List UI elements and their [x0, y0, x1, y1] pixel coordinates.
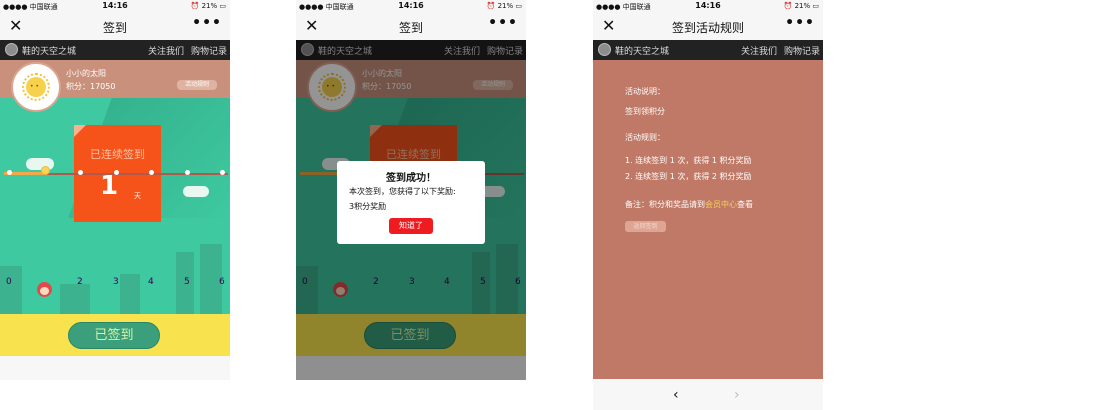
dialog-title: 签到成功！: [386, 173, 436, 184]
building: [120, 274, 140, 314]
day-dot: [220, 170, 225, 175]
current-day-pin: [41, 166, 50, 175]
avatar: ••: [11, 62, 61, 112]
day-dot: [7, 170, 12, 175]
bottom-area: [0, 356, 230, 380]
day-dot: [114, 170, 119, 175]
note-prefix: 备注：积分和奖品请到: [625, 200, 705, 209]
shop-logo[interactable]: [598, 43, 611, 56]
shop-name[interactable]: 鞋的天空之城: [615, 44, 669, 57]
day-tick: 5: [184, 277, 190, 287]
sun-avatar-icon: ••: [22, 73, 50, 101]
success-dialog: 签到成功！ 本次签到，您获得了以下奖励: 3积分奖励 知道了: [337, 161, 485, 244]
rules-button[interactable]: 活动规则: [177, 80, 217, 90]
streak-count: 1: [100, 171, 119, 201]
note: 备注：积分和奖品请到会员中心查看: [625, 199, 753, 210]
screen-signin-success: ●●●● 中国联通 14:16 ⏰ 21% ▭ ✕ 签到 ••• 鞋的天空之城 …: [296, 0, 526, 380]
status-bar: ●●●● 中国联通 14:16 ⏰ 21% ▭: [0, 0, 230, 14]
user-points: 积分：17050: [66, 82, 116, 91]
browser-toolbar: ‹ ›: [593, 379, 823, 410]
day-dot: [185, 170, 190, 175]
building: [60, 284, 90, 314]
user-name: 小小的太阳: [66, 69, 106, 78]
battery-label: 21%: [497, 2, 514, 10]
follow-link[interactable]: 关注我们: [148, 44, 184, 57]
more-icon[interactable]: •••: [488, 15, 518, 31]
cloud-icon: [183, 186, 209, 197]
rule-item: 1. 连续签到 1 次，获得 1 积分奖励: [625, 156, 752, 165]
back-arrow-icon[interactable]: ‹: [673, 387, 679, 403]
day-dot: [149, 170, 154, 175]
battery-icon: ⏰ 21% ▭: [486, 2, 522, 10]
shop-logo[interactable]: [5, 43, 18, 56]
battery-label: 21%: [794, 2, 811, 10]
status-bar: ●●●● 中国联通 14:16 ⏰ 21% ▭: [593, 0, 823, 14]
battery-icon: ⏰ 21% ▭: [190, 2, 226, 10]
day-tick: 2: [77, 277, 83, 287]
day-tick: 4: [148, 277, 154, 287]
rules-title: 活动规则：: [625, 133, 665, 142]
signed-button[interactable]: 已签到: [68, 322, 160, 349]
screen-signin: ●●●● 中国联通 14:16 ⏰ 21% ▭ ✕ 签到 ••• 鞋的天空之城 …: [0, 0, 230, 380]
girl-mascot-icon: [37, 282, 52, 297]
card-fold: [74, 125, 86, 137]
nav-bar: ✕ 签到 •••: [296, 14, 526, 40]
more-icon[interactable]: •••: [192, 15, 222, 31]
shop-bar: 鞋的天空之城 关注我们 购物记录: [0, 40, 230, 60]
day-tick: 3: [113, 277, 119, 287]
battery-icon: ⏰ 21% ▭: [783, 2, 819, 10]
dialog-line: 本次签到，您获得了以下奖励:: [349, 187, 456, 196]
orders-link[interactable]: 购物记录: [191, 44, 227, 57]
day-dot: [78, 170, 83, 175]
battery-label: 21%: [201, 2, 218, 10]
day-tick: 6: [219, 277, 225, 287]
follow-link[interactable]: 关注我们: [741, 44, 777, 57]
forward-arrow-icon[interactable]: ›: [734, 387, 740, 403]
streak-label: 已连续签到: [90, 148, 145, 161]
note-suffix: 查看: [737, 200, 753, 209]
back-to-signin-button[interactable]: 返回签到: [625, 221, 666, 232]
screen-rules: ●●●● 中国联通 14:16 ⏰ 21% ▭ ✕ 签到活动规则 ••• 鞋的天…: [593, 0, 823, 410]
shop-name[interactable]: 鞋的天空之城: [22, 44, 76, 57]
rule-item: 2. 连续签到 1 次，获得 2 积分奖励: [625, 172, 752, 181]
dialog-line: 3积分奖励: [349, 202, 387, 211]
streak-unit: 天: [134, 192, 141, 200]
more-icon[interactable]: •••: [785, 15, 815, 31]
status-bar: ●●●● 中国联通 14:16 ⏰ 21% ▭: [296, 0, 526, 14]
desc-title: 活动说明：: [625, 87, 665, 96]
desc-text: 签到领积分: [625, 107, 665, 116]
nav-bar: ✕ 签到活动规则 •••: [593, 14, 823, 40]
day-tick: 0: [6, 277, 12, 287]
orders-link[interactable]: 购物记录: [784, 44, 820, 57]
rules-content: 活动说明： 签到领积分 活动规则： 1. 连续签到 1 次，获得 1 积分奖励 …: [593, 60, 823, 379]
member-center-link[interactable]: 会员中心: [705, 200, 737, 209]
building: [0, 266, 22, 314]
shop-bar: 鞋的天空之城 关注我们 购物记录: [593, 40, 823, 60]
ok-button[interactable]: 知道了: [389, 218, 433, 234]
nav-bar: ✕ 签到 •••: [0, 14, 230, 40]
dialog-body: 本次签到，您获得了以下奖励: 3积分奖励: [349, 184, 456, 214]
